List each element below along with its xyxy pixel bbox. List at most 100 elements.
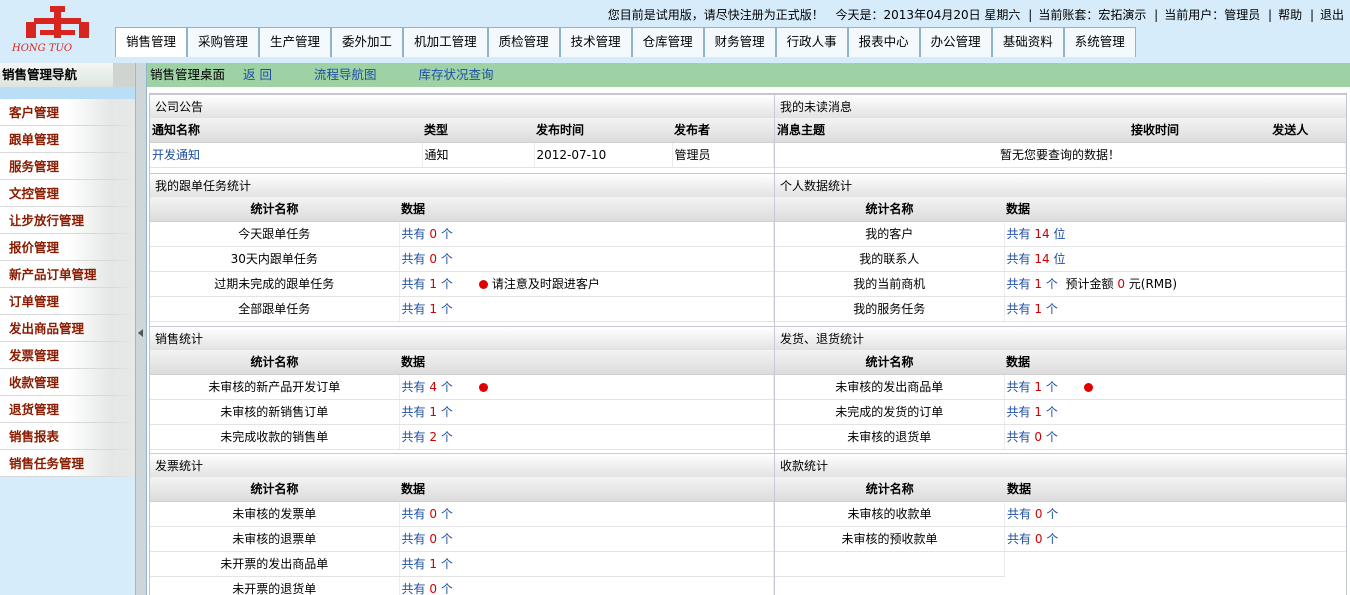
nav-basic-data[interactable]: 基础资料	[991, 27, 1064, 57]
table-row: 未完成的发货的订单 共有 1 个	[775, 399, 1346, 425]
table-row: 未审核的退票单 共有 0 个	[150, 526, 774, 552]
collapse-arrow-icon[interactable]	[138, 329, 143, 337]
current-account: 当前账套：宏拓演示	[1038, 8, 1147, 22]
col-msg-sender: 发送人	[1235, 118, 1346, 143]
table-row: 全部跟单任务 共有 1 个	[150, 296, 774, 322]
nav-machining[interactable]: 机加工管理	[403, 27, 488, 57]
col-notice-type: 类型	[422, 118, 534, 143]
table-row: 开发通知 通知 2012-07-10 管理员	[150, 142, 774, 168]
notice-link[interactable]: 开发通知	[150, 142, 423, 168]
trial-notice: 您目前是试用版，请尽快注册为正式版！	[607, 8, 824, 22]
shipping-title: 发货、退货统计	[775, 326, 1346, 350]
sidebar-item-sales-task[interactable]: 销售任务管理	[0, 450, 135, 477]
nav-finance[interactable]: 财务管理	[703, 27, 776, 57]
sidebar-item-report[interactable]: 销售报表	[0, 423, 135, 450]
nav-sales[interactable]: 销售管理	[115, 27, 188, 57]
sidebar-item-service[interactable]: 服务管理	[0, 153, 135, 180]
receipt-title: 收款统计	[775, 453, 1346, 477]
nav-hr[interactable]: 行政人事	[775, 27, 848, 57]
sidebar-item-order[interactable]: 订单管理	[0, 288, 135, 315]
sidebar-item-concession[interactable]: 让步放行管理	[0, 207, 135, 234]
sales-panel: 销售统计 统计名称 数据 未审核的新产品开发订单 共有 4 个 未审核的新销售订单共…	[150, 326, 774, 450]
nav-system[interactable]: 系统管理	[1063, 27, 1136, 57]
table-row: 未审核的新销售订单 共有 1 个	[150, 399, 774, 425]
receipt-panel: 收款统计 统计名称 未审核的收款单 未审核的预收款单 数据 共有 0 个 共有 …	[775, 453, 1346, 595]
sidebar-item-return[interactable]: 退货管理	[0, 396, 135, 423]
sidebar-item-shipment[interactable]: 发出商品管理	[0, 315, 135, 342]
unread-panel: 我的未读消息 消息主题 接收时间 发送人 暂无您要查询的数据！	[775, 94, 1346, 171]
table-row: 未审核的新产品开发订单 共有 4 个	[150, 374, 774, 400]
app: HONG TUO 您目前是试用版，请尽快注册为正式版！ 今天是：2013年04月…	[0, 0, 1350, 595]
invoice-title: 发票统计	[150, 453, 774, 477]
table-row: 未开票的发出商品单 共有 1 个	[150, 551, 774, 577]
follow-panel: 我的跟单任务统计 统计名称 数据 今天跟单任务 共有 0 个 30天内跟单任务 共有 …	[150, 173, 774, 323]
col-notice-time: 发布时间	[534, 118, 672, 143]
alert-dot-icon	[478, 383, 488, 392]
table-row: 未完成收款的销售单 共有 2 个	[150, 424, 774, 450]
sidebar-item-receipt[interactable]: 收款管理	[0, 369, 135, 396]
sidebar-item-customer[interactable]: 客户管理	[0, 99, 135, 126]
nav-quality[interactable]: 质检管理	[487, 27, 560, 57]
header: HONG TUO 您目前是试用版，请尽快注册为正式版！ 今天是：2013年04月…	[0, 0, 1350, 57]
sidebar-splitter[interactable]	[135, 63, 146, 595]
col-stat-name: 统计名称	[150, 197, 399, 222]
follow-warning: 请注意及时跟进客户	[491, 277, 600, 291]
table-row: 过期未完成的跟单任务 共有 1 个请注意及时跟进客户	[150, 271, 774, 297]
table-row: 共有 0 个	[1005, 526, 1346, 552]
table-row: 共有 0 个	[1005, 501, 1346, 527]
table-row: 未审核的退货单 共有 0 个	[775, 424, 1346, 450]
dashboard: 公司公告 通知名称 类型 发布时间 发布者 开发通知 通知 2012-07-10…	[149, 93, 1347, 595]
top-nav: 销售管理 采购管理 生产管理 委外加工 机加工管理 质检管理 技术管理 仓库管理…	[115, 27, 1136, 57]
col-msg-time: 接收时间	[1075, 118, 1235, 143]
table-row: 我的服务任务 共有 1 个	[775, 296, 1346, 322]
unread-empty: 暂无您要查询的数据！	[775, 142, 1346, 168]
nav-tech[interactable]: 技术管理	[559, 27, 632, 57]
sidebar-title: 销售管理导航	[0, 63, 135, 87]
breadcrumb: 销售管理桌面 返 回 流程导航图 库存状况查询	[147, 63, 1350, 87]
stock-query-link[interactable]: 库存状况查询	[418, 67, 493, 82]
logo-icon: HONG TUO	[11, 6, 89, 54]
nav-purchase[interactable]: 采购管理	[187, 27, 260, 57]
col-msg-subject: 消息主题	[775, 118, 1075, 143]
table-row: 30天内跟单任务 共有 0 个	[150, 246, 774, 272]
sales-title: 销售统计	[150, 326, 774, 350]
logo-text: HONG TUO	[11, 43, 72, 54]
logout-link[interactable]: 退出	[1320, 8, 1344, 22]
sidebar-item-docs[interactable]: 文控管理	[0, 180, 135, 207]
main-content: 销售管理桌面 返 回 流程导航图 库存状况查询 公司公告 通知名称 类型 发布时…	[146, 63, 1350, 595]
table-row: 我的当前商机 共有 1 个 预计金额 0 元(RMB)	[775, 271, 1346, 297]
today-date: 今天是：2013年04月20日 星期六	[835, 8, 1021, 22]
personal-panel: 个人数据统计 统计名称 数据 我的客户 共有 14 位 我的联系人 共有 14 位 我…	[775, 173, 1346, 323]
current-user: 当前用户：管理员	[1164, 8, 1261, 22]
flow-nav-link[interactable]: 流程导航图	[314, 67, 377, 82]
personal-title: 个人数据统计	[775, 173, 1346, 197]
shipping-panel: 发货、退货统计 统计名称 数据 未审核的发出商品单 共有 1 个 未完成的发货的订单…	[775, 326, 1346, 450]
col-notice-name: 通知名称	[150, 118, 422, 143]
nav-office[interactable]: 办公管理	[919, 27, 992, 57]
unread-table: 消息主题 接收时间 发送人 暂无您要查询的数据！	[775, 118, 1346, 168]
nav-outsource[interactable]: 委外加工	[331, 27, 404, 57]
sidebar-item-invoice[interactable]: 发票管理	[0, 342, 135, 369]
announcement-panel: 公司公告 通知名称 类型 发布时间 发布者 开发通知 通知 2012-07-10…	[150, 94, 774, 171]
sidebar: 销售管理导航 客户管理 跟单管理 服务管理 文控管理 让步放行管理 报价管理 新…	[0, 63, 135, 595]
table-row: 未审核的发票单 共有 0 个	[150, 501, 774, 527]
follow-title: 我的跟单任务统计	[150, 173, 774, 197]
col-notice-publisher: 发布者	[672, 118, 774, 143]
notice-publisher: 管理员	[672, 142, 774, 168]
sidebar-item-quote[interactable]: 报价管理	[0, 234, 135, 261]
sidebar-item-new-product-order[interactable]: 新产品订单管理	[0, 261, 135, 288]
table-row: 今天跟单任务 共有 0 个	[150, 221, 774, 247]
help-link[interactable]: 帮助	[1278, 8, 1302, 22]
back-link[interactable]: 返 回	[243, 67, 272, 82]
nav-reports[interactable]: 报表中心	[847, 27, 920, 57]
table-row: 未审核的发出商品单 共有 1 个	[775, 374, 1346, 400]
table-row: 我的联系人 共有 14 位	[775, 246, 1346, 272]
sidebar-item-follow[interactable]: 跟单管理	[0, 126, 135, 153]
table-row: 我的客户 共有 14 位	[775, 221, 1346, 247]
col-data: 数据	[399, 197, 774, 222]
nav-production[interactable]: 生产管理	[259, 27, 332, 57]
unread-title: 我的未读消息	[775, 94, 1346, 118]
nav-warehouse[interactable]: 仓库管理	[631, 27, 704, 57]
announcement-title: 公司公告	[150, 94, 774, 118]
notice-date: 2012-07-10	[534, 142, 673, 168]
